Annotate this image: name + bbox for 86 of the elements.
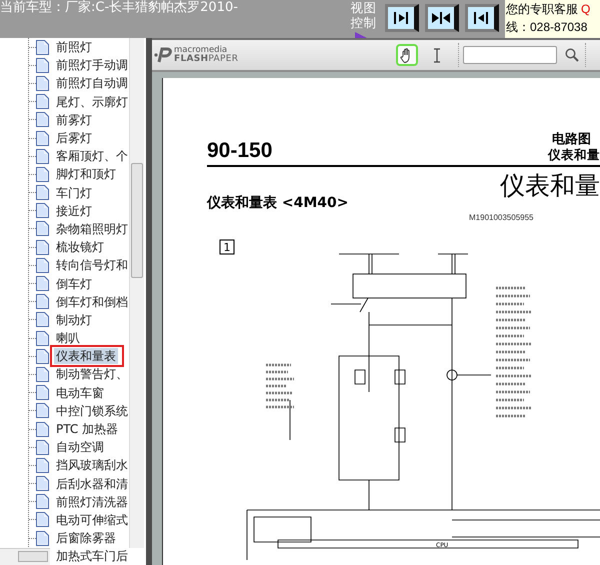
triangle-icon [355,32,367,38]
document-icon [36,221,49,236]
document-icon [36,185,49,200]
tree-item[interactable]: 尾灯、示廓灯 [54,94,130,110]
document-icon [36,76,49,91]
page-title: 仪表和量 [500,171,600,201]
text-cursor-icon [433,48,441,62]
document-icon [36,348,49,364]
tree-item[interactable]: 仪表和量表 [54,348,118,364]
tree-item[interactable]: 中控门锁系统 [54,402,130,419]
view-control-label: 视图控制 [350,0,378,30]
search-field[interactable] [463,46,557,64]
document-icon [36,258,49,273]
document-icon [36,385,49,400]
document-icon [36,112,49,128]
section-title: 电路图 [552,132,591,147]
tree-item[interactable]: 脚灯和顶灯 [54,166,118,182]
diagram-number-box [220,240,234,254]
tree-item[interactable]: 倒车灯和倒档 [54,294,130,310]
tree-item[interactable]: 电动车窗 [54,384,106,401]
subsection-title: 仪表和量 [548,147,600,162]
tree-item[interactable]: 自动空调 [54,439,106,456]
scroll-thumb[interactable] [18,551,48,562]
tool-button[interactable] [396,44,418,66]
tree-item[interactable]: 后雾灯 [54,130,94,146]
scroll-thumb[interactable] [131,163,143,278]
document-icon [36,512,49,528]
service-phone: 线：028-87038 [506,19,588,36]
arrow-right-icon [394,12,408,24]
arrow-left-icon [474,12,488,24]
document-icon [36,166,49,182]
document-icon [36,94,49,110]
document-icon [36,422,49,437]
car-model-title: 当前车型：厂家:C-长丰猎豹帕杰罗2010- [0,0,239,16]
document-icon [36,276,49,292]
tree-item[interactable]: 前照灯自动调 [54,75,130,92]
document-icon [36,148,49,164]
document-icon [36,530,49,546]
tree-item[interactable]: 电动可伸缩式 [54,512,130,528]
view-layout-button[interactable] [385,4,419,32]
view-layout-button[interactable] [465,4,499,32]
view-layout-button[interactable] [425,4,459,32]
tree-item[interactable]: 梳妆镜灯 [54,239,106,256]
diagram-code: M1901003505955 [469,213,535,222]
diagram-number: 1 [224,241,230,254]
tree-item[interactable]: 客厢顶灯、个 [54,148,130,164]
tree-item[interactable]: PTC 加热器 [54,421,120,438]
document-icon [36,366,49,382]
tree-item[interactable]: 转向信号灯和 [54,257,130,274]
tree-item[interactable]: 制动灯 [54,312,94,328]
tree-item[interactable]: 杂物箱照明灯 [54,220,130,237]
logo-wordmark: FLASHPAPER [174,55,238,64]
service-link[interactable]: Q [581,0,590,18]
document-icon [36,494,49,510]
document-icon [36,130,49,146]
document-icon [36,58,49,73]
document-icon [36,476,49,492]
search-icon [565,48,579,62]
tree-item[interactable]: 倒车灯 [54,276,94,292]
tree-item[interactable]: 车门灯 [54,184,94,201]
tree-item[interactable]: 后刮水器和清 [54,476,130,492]
document-icon [36,40,49,55]
document-icon [36,403,49,418]
tree-item[interactable]: 接近灯 [54,202,94,219]
logo-text: macromedia [174,46,228,55]
service-text: 您的专职客服 [506,1,578,18]
tree-item[interactable]: 前雾灯 [54,112,94,128]
tree-item[interactable]: 前照灯清洗器 [54,494,130,510]
document-icon [36,240,49,255]
tree-item[interactable]: 前照灯手动调 [54,57,130,74]
page-number: 90-150 [207,140,272,162]
tree-item[interactable]: 加热式车门后 [54,548,130,564]
document-icon [36,294,49,310]
tree-item[interactable]: 挡风玻璃刮水 [54,457,130,474]
document-icon [36,312,49,328]
document-icon [36,458,49,473]
arrows-inward-icon [431,12,451,24]
tree-item[interactable]: 前照灯 [54,39,94,56]
document-icon [36,440,49,455]
tree-item[interactable]: 后窗除雾器 [54,530,118,546]
horizontal-scrollbar[interactable] [0,548,50,565]
tree-item[interactable]: 喇叭 [54,330,82,346]
document-icon [36,203,49,218]
tree-item[interactable]: 制动警告灯、 [54,366,130,382]
diagram-title: 仪表和量表 <4M40> [207,195,350,211]
document-icon [36,330,49,346]
